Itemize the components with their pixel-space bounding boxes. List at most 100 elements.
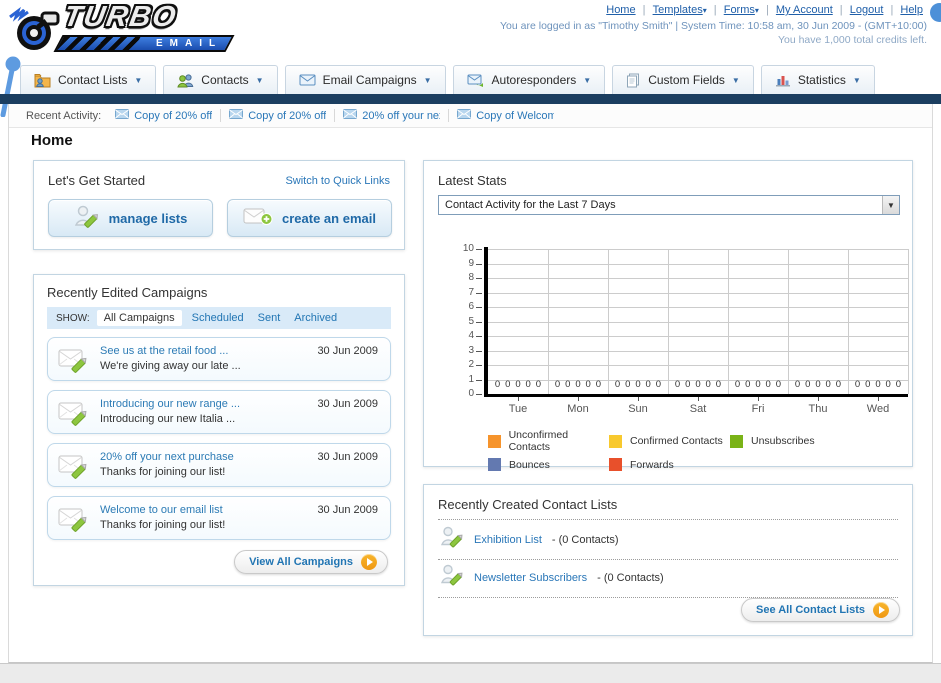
y-axis-tick	[476, 307, 482, 308]
legend-swatch	[609, 458, 622, 471]
legend-item-unconfirmed-contacts: Unconfirmed Contacts	[488, 429, 609, 453]
campaign-item[interactable]: 20% off your next purchase Thanks for joi…	[47, 443, 391, 487]
campaign-item[interactable]: Introducing our new range ... Introducing…	[47, 390, 391, 434]
manage-lists-button[interactable]: manage lists	[48, 199, 213, 237]
campaign-title-link[interactable]: 20% off your next purchase	[100, 451, 234, 463]
arrow-circle-icon	[361, 554, 377, 570]
latest-stats-title: Latest Stats	[438, 173, 507, 188]
recent-activity-item[interactable]: Copy of 20% off yo	[115, 109, 222, 122]
header-link-logout[interactable]: Logout	[850, 4, 884, 16]
campaign-title-link[interactable]: Introducing our new range ...	[100, 398, 240, 410]
switch-to-quick-links[interactable]: Switch to Quick Links	[285, 175, 390, 187]
logo-stripes	[56, 37, 141, 50]
campaign-item[interactable]: See us at the retail food ... We're givin…	[47, 337, 391, 381]
campaign-title-link[interactable]: See us at the retail food ...	[100, 345, 228, 357]
campaign-subtitle: Thanks for joining our list!	[100, 519, 226, 531]
contact-list-item[interactable]: Exhibition List - (0 Contacts)	[440, 525, 619, 554]
data-value-label: 0	[655, 378, 662, 390]
gridline	[848, 249, 849, 394]
get-started-panel: Let's Get Started Switch to Quick Links …	[33, 160, 405, 250]
gridline	[548, 249, 549, 394]
y-axis-tick-label: 3	[468, 344, 474, 356]
recent-activity-item-label: Copy of 20% off yo	[134, 109, 213, 122]
y-axis-tick	[476, 321, 482, 323]
header-link-forms[interactable]: Forms ▾	[724, 4, 759, 16]
filter-scheduled[interactable]: Scheduled	[192, 312, 244, 324]
view-all-campaigns-button[interactable]: View All Campaigns	[234, 550, 388, 574]
campaign-date: 30 Jun 2009	[317, 398, 378, 410]
envelope-icon	[343, 109, 358, 122]
header: TURBO EMAIL Home | Templates ▾ | Forms ▾…	[0, 0, 941, 117]
contact-list-item[interactable]: Newsletter Subscribers - (0 Contacts)	[440, 563, 664, 592]
dotted-divider	[438, 559, 898, 560]
contact-activity-chart: 0 1 2 3 4 5 6 7 8 9 10 0 0 0 0 0 Tue 0 0 0 0 0 Mon 0 0 0 0 0 Sun 0 0 0 0…	[424, 225, 914, 425]
gridline	[488, 350, 908, 352]
data-value-labels: 00000	[670, 378, 726, 390]
header-link-templates[interactable]: Templates ▾	[653, 4, 707, 16]
gridline	[488, 365, 908, 366]
main-content: Recent Activity: Copy of 20% off yoCopy …	[8, 104, 933, 663]
contact-list-name-link[interactable]: Newsletter Subscribers	[474, 572, 587, 584]
create-an-email-button[interactable]: create an email	[227, 199, 392, 237]
header-link-help[interactable]: Help	[900, 4, 923, 16]
data-value-labels: 00000	[790, 378, 846, 390]
tab-custom-fields[interactable]: Custom Fields ▼	[612, 65, 754, 94]
x-axis	[484, 394, 908, 397]
tab-email-campaigns[interactable]: Email Campaigns ▼	[284, 65, 446, 94]
data-value-label: 0	[695, 378, 701, 390]
chevron-down-icon: ▼	[583, 75, 592, 85]
data-value-label: 0	[715, 378, 722, 390]
y-axis-tick	[476, 263, 482, 265]
recent-activity-item[interactable]: 20% off your next p	[343, 109, 450, 122]
chevron-down-icon: ▼	[423, 75, 432, 85]
y-axis-tick-label: 2	[468, 359, 474, 370]
data-value-label: 0	[614, 378, 621, 390]
tab-label: Contact Lists	[58, 73, 128, 87]
data-value-label: 0	[865, 378, 871, 390]
y-axis-tick	[476, 394, 482, 395]
tab-statistics[interactable]: Statistics ▼	[760, 65, 875, 94]
envelope-icon	[229, 109, 244, 122]
contacts-people-icon	[177, 73, 194, 88]
dotted-divider	[438, 519, 898, 520]
gridline	[488, 292, 908, 294]
legend-item-confirmed-contacts: Confirmed Contacts	[609, 429, 730, 453]
header-link-home[interactable]: Home	[606, 4, 635, 16]
x-axis-label: Fri	[751, 403, 765, 415]
filter-sent[interactable]: Sent	[258, 312, 281, 324]
see-all-contact-lists-button[interactable]: See All Contact Lists	[740, 598, 900, 622]
data-value-label: 0	[565, 378, 571, 390]
tab-autoresponders[interactable]: Autoresponders ▼	[452, 65, 606, 94]
link-separator: |	[710, 4, 720, 16]
data-value-label: 0	[635, 378, 641, 390]
campaign-title-link[interactable]: Welcome to our email list	[100, 504, 223, 516]
campaign-item[interactable]: Welcome to our email list Thanks for join…	[47, 496, 391, 540]
legend-item-bounces: Bounces	[488, 458, 609, 471]
y-axis-tick	[476, 292, 482, 294]
header-link-my-account[interactable]: My Account	[776, 4, 833, 16]
data-value-label: 0	[525, 378, 531, 390]
filter-all-campaigns[interactable]: All Campaigns	[96, 310, 182, 326]
legend-swatch	[730, 434, 743, 448]
y-axis-tick	[476, 278, 482, 279]
recent-activity-item[interactable]: Copy of 20% off yo	[229, 109, 336, 122]
logo-title: TURBO	[61, 1, 181, 33]
gridline	[668, 249, 669, 394]
data-value-label: 0	[794, 378, 801, 390]
tab-contact-lists[interactable]: Contact Lists ▼	[20, 65, 157, 94]
filter-archived[interactable]: Archived	[294, 312, 337, 324]
recent-activity-item[interactable]: Copy of Welcome to	[457, 109, 562, 122]
tab-contacts[interactable]: Contacts ▼	[163, 65, 278, 94]
legend-item-forwards: Forwards	[609, 458, 730, 471]
stats-period-select[interactable]: Contact Activity for the Last 7 Days ▼	[438, 195, 900, 215]
recent-activity-items: Copy of 20% off yo Copy of 20% off yo 20% …	[115, 109, 570, 122]
gridline	[608, 249, 609, 394]
campaign-date: 30 Jun 2009	[317, 451, 378, 463]
person-pencil-icon	[440, 525, 464, 554]
contact-list-name-link[interactable]: Exhibition List	[474, 534, 542, 546]
link-separator: |	[887, 4, 897, 16]
y-axis-tick	[476, 365, 482, 366]
y-axis-tick	[476, 336, 482, 337]
corner-dot-decoration	[930, 3, 941, 22]
x-axis-label: Tue	[508, 403, 528, 415]
